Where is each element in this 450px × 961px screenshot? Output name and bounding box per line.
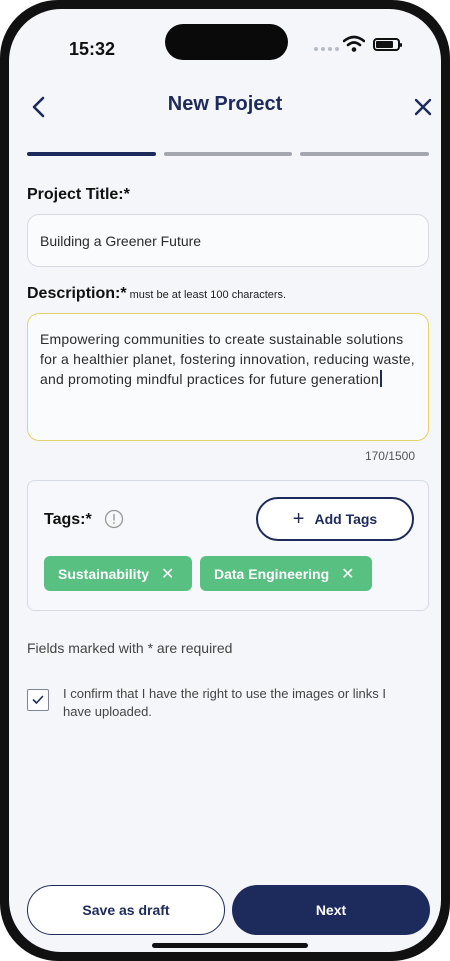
progress-step-3 bbox=[300, 152, 430, 156]
remove-tag-icon[interactable]: ✕ bbox=[161, 564, 174, 584]
tags-label: Tags:* bbox=[44, 511, 92, 528]
remove-tag-icon[interactable]: ✕ bbox=[341, 564, 354, 584]
dynamic-island bbox=[165, 24, 288, 60]
cellular-signal-icon bbox=[314, 47, 339, 51]
description-text: Empowering communities to create sustain… bbox=[40, 331, 415, 387]
next-button[interactable]: Next bbox=[232, 885, 430, 935]
page-title: New Project bbox=[167, 93, 283, 115]
info-icon[interactable] bbox=[104, 509, 124, 529]
phone-frame: 15:32 New Project Project Title:* Buildi… bbox=[0, 0, 450, 961]
required-fields-note: Fields marked with * are required bbox=[27, 640, 233, 656]
project-title-input[interactable]: Building a Greener Future bbox=[27, 214, 429, 267]
tags-section: Tags:* + Add Tags Sustainability ✕ Data … bbox=[27, 480, 429, 611]
screen: 15:32 New Project Project Title:* Buildi… bbox=[9, 9, 441, 952]
progress-step-1 bbox=[27, 152, 156, 156]
tag-chip: Sustainability ✕ bbox=[44, 556, 192, 591]
progress-step-2 bbox=[163, 152, 293, 156]
description-hint: must be at least 100 characters. bbox=[129, 289, 287, 301]
description-label: Description:* bbox=[27, 285, 127, 302]
close-icon bbox=[414, 98, 432, 116]
description-textarea[interactable]: Empowering communities to create sustain… bbox=[27, 313, 429, 441]
save-draft-button[interactable]: Save as draft bbox=[27, 885, 225, 935]
character-counter: 170/1500 bbox=[364, 449, 415, 463]
tag-chip-label: Sustainability bbox=[58, 565, 150, 582]
add-tags-label: Add Tags bbox=[314, 511, 378, 527]
description-label-row: Description:* must be at least 100 charac… bbox=[27, 285, 286, 303]
plus-icon: + bbox=[292, 508, 305, 530]
battery-icon bbox=[373, 38, 402, 51]
tag-chip: Data Engineering ✕ bbox=[200, 556, 372, 591]
close-button[interactable] bbox=[405, 89, 441, 125]
wifi-icon bbox=[343, 35, 365, 52]
add-tags-button[interactable]: + Add Tags bbox=[256, 497, 414, 541]
text-cursor bbox=[380, 370, 383, 387]
step-progress-bar bbox=[27, 152, 430, 156]
status-time: 15:32 bbox=[69, 39, 116, 59]
confirm-checkbox[interactable] bbox=[27, 689, 49, 711]
home-indicator bbox=[152, 943, 308, 948]
confirm-text: I confirm that I have the right to use t… bbox=[63, 686, 386, 719]
tag-chip-label: Data Engineering bbox=[214, 565, 330, 582]
project-title-label: Project Title:* bbox=[27, 186, 130, 203]
checkmark-icon bbox=[32, 695, 44, 704]
